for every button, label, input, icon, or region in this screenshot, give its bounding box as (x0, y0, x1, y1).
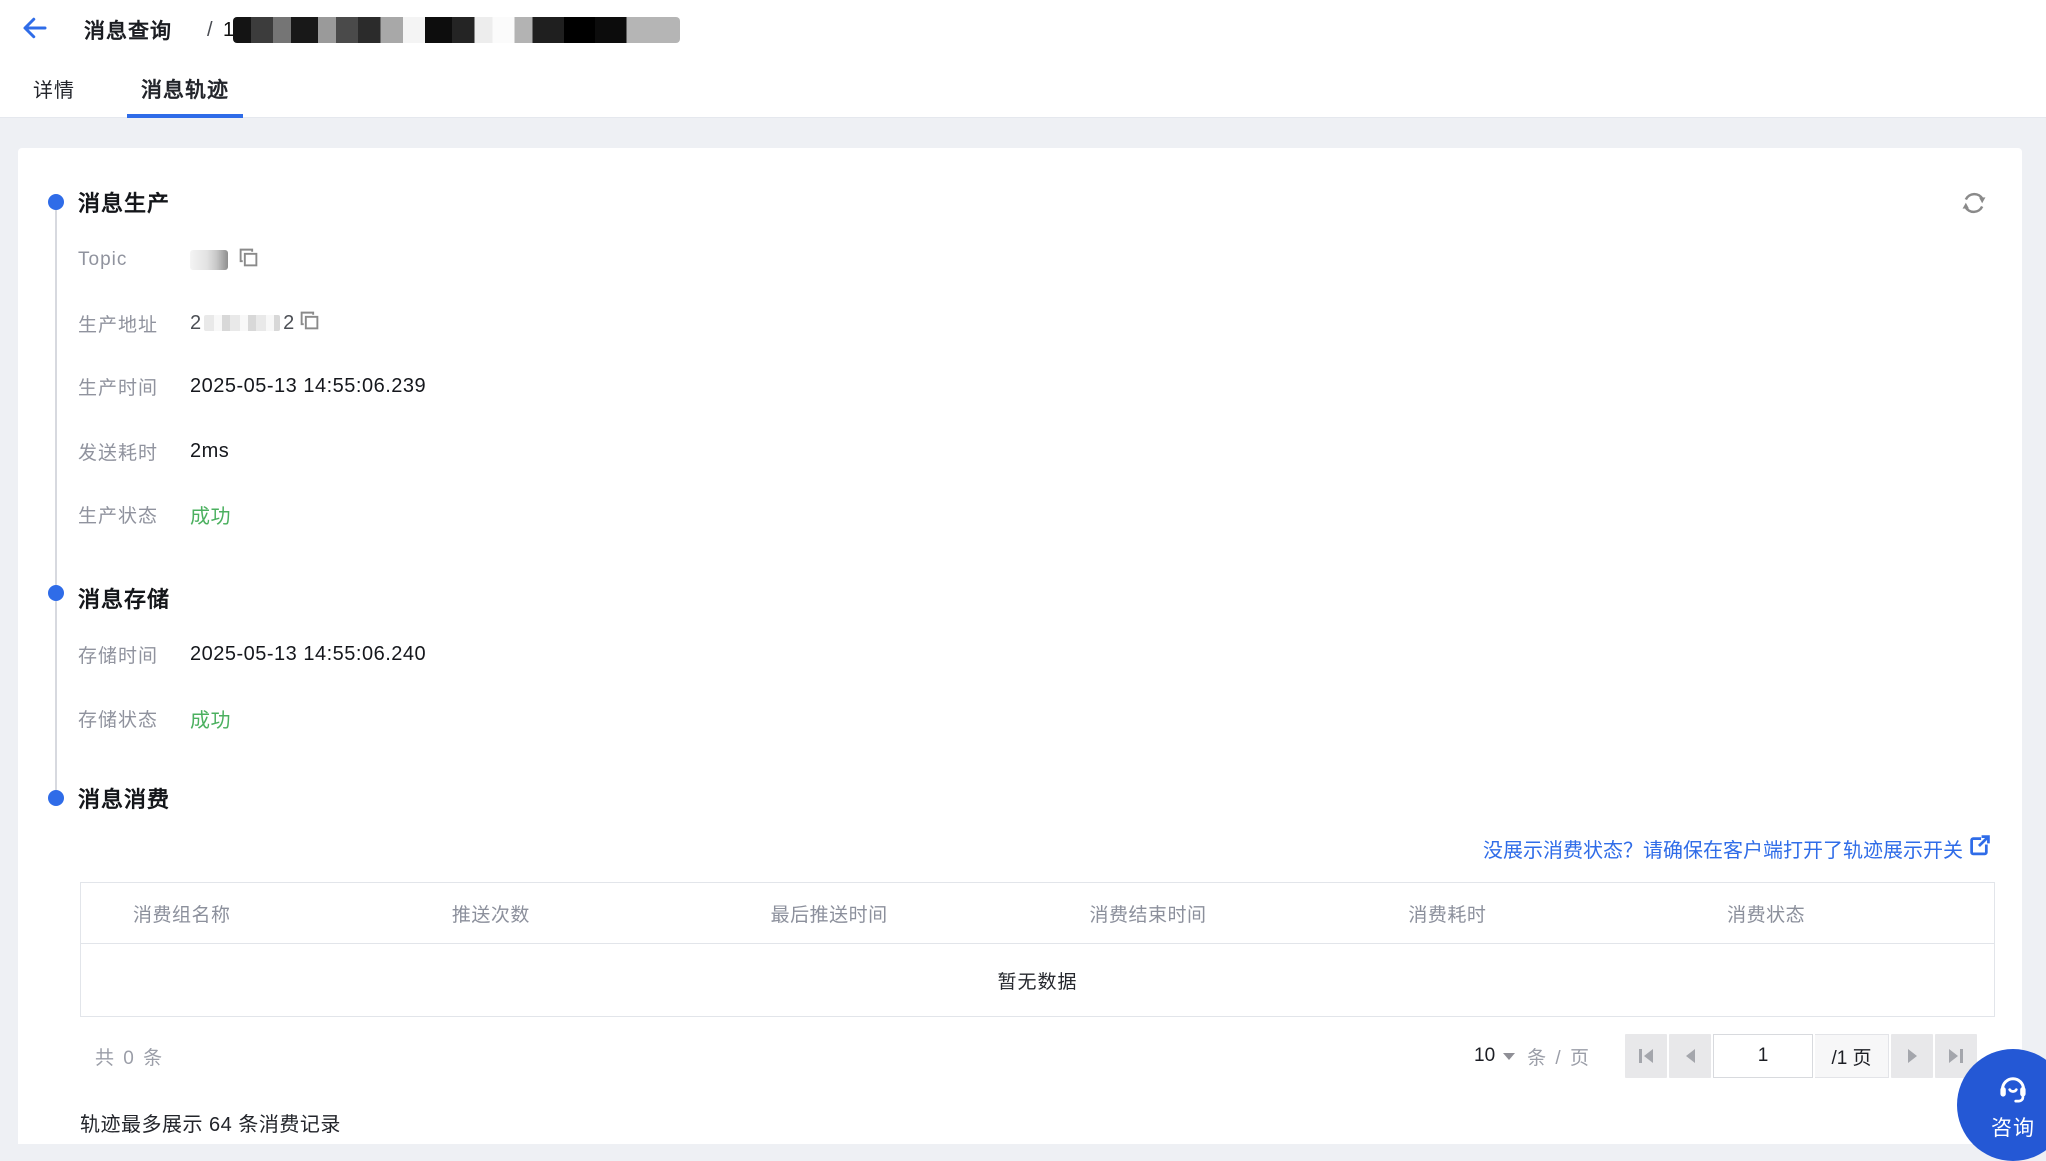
section-title-storage: 消息存储 (78, 585, 170, 611)
tab-message-trace[interactable]: 消息轨迹 (127, 60, 243, 117)
field-label-production-time: 生产时间 (78, 373, 190, 400)
next-page-icon (1908, 1049, 1917, 1063)
external-link-icon (1969, 835, 1990, 862)
column-header-consumer-group: 消费组名称 (81, 900, 400, 927)
trace-footnote: 轨迹最多展示 64 条消费记录 (80, 1108, 341, 1137)
field-label-storage-status: 存储状态 (78, 705, 190, 732)
consumption-table-header: 消费组名称 推送次数 最后推送时间 消费结束时间 消费耗时 消费状态 (81, 883, 1994, 944)
field-row-producer-address: 生产地址 2 2 (78, 310, 320, 336)
timeline-dot-consumption (48, 790, 64, 806)
topic-value-redacted (190, 250, 228, 270)
breadcrumb-separator: / (207, 0, 213, 60)
first-page-button[interactable] (1625, 1034, 1667, 1078)
page-size-select[interactable]: 10 (1474, 1045, 1515, 1067)
field-label-storage-time: 存储时间 (78, 641, 190, 668)
send-cost-value: 2ms (190, 440, 229, 463)
production-time-value: 2025-05-13 14:55:06.239 (190, 375, 426, 398)
field-row-production-time: 生产时间 2025-05-13 14:55:06.239 (78, 373, 426, 399)
breadcrumb-message-id-redacted (233, 17, 680, 43)
first-page-icon (1639, 1049, 1642, 1063)
column-header-consume-end-time: 消费结束时间 (1037, 900, 1356, 927)
active-tab-underline (127, 114, 243, 118)
table-empty-placeholder: 暂无数据 (81, 944, 1994, 1016)
field-label-send-cost: 发送耗时 (78, 438, 190, 465)
field-row-storage-time: 存储时间 2025-05-13 14:55:06.240 (78, 641, 426, 667)
field-row-send-cost: 发送耗时 2ms (78, 438, 229, 464)
pagination: 10 条 / 页 /1 页 (1474, 1034, 1977, 1078)
field-label-topic: Topic (78, 249, 190, 271)
next-page-button[interactable] (1891, 1034, 1933, 1078)
copy-icon (299, 310, 320, 336)
page-size-value: 10 (1474, 1045, 1495, 1067)
message-trace-page: { "colors": { "accent_blue": "#2f6ce8", … (0, 0, 2046, 1144)
top-bar: 消息查询 / 1 (0, 0, 2046, 60)
arrow-left-icon (20, 13, 50, 48)
storage-time-value: 2025-05-13 14:55:06.240 (190, 643, 426, 666)
prev-page-icon (1686, 1049, 1695, 1063)
field-row-storage-status: 存储状态 成功 (78, 705, 231, 731)
column-header-consume-status: 消费状态 (1675, 900, 1994, 927)
trace-card: 消息生产 Topic 生产地址 2 2 生产时间 2025-05-13 14:5… (18, 148, 2022, 1144)
tab-detail[interactable]: 详情 (33, 60, 75, 117)
section-title-consumption: 消息消费 (78, 785, 170, 811)
timeline-dot-storage (48, 585, 64, 601)
consumption-help-link[interactable]: 没展示消费状态？请确保在客户端打开了轨迹展示开关 (1483, 835, 1990, 861)
back-button[interactable] (20, 15, 50, 45)
consumption-table: 消费组名称 推送次数 最后推送时间 消费结束时间 消费耗时 消费状态 暂无数据 (80, 882, 1995, 1017)
pagination-buttons: /1 页 (1625, 1034, 1977, 1078)
prev-page-button[interactable] (1669, 1034, 1711, 1078)
producer-address-start: 2 (190, 312, 201, 335)
copy-topic-button[interactable] (237, 249, 259, 271)
timeline-dot-production (48, 194, 64, 210)
caret-down-icon (1503, 1053, 1515, 1060)
last-page-icon (1960, 1049, 1963, 1063)
refresh-icon (1960, 204, 1988, 221)
column-header-consume-cost: 消费耗时 (1356, 900, 1675, 927)
copy-icon (238, 247, 259, 273)
page-size-unit: 条 / 页 (1527, 1043, 1591, 1070)
consumption-help-link-text: 没展示消费状态？请确保在客户端打开了轨迹展示开关 (1483, 834, 1963, 863)
pagination-total: 共 0 条 (95, 1034, 164, 1078)
production-status-value: 成功 (190, 500, 231, 529)
refresh-button[interactable] (1960, 189, 1988, 217)
tabs-bar: 详情 消息轨迹 (0, 60, 2046, 118)
storage-status-value: 成功 (190, 704, 231, 733)
last-page-icon-arrow (1949, 1049, 1958, 1063)
field-label-production-status: 生产状态 (78, 501, 190, 528)
trace-timeline-line (55, 202, 57, 798)
tab-message-trace-label: 消息轨迹 (141, 74, 229, 104)
chat-support-label: 咨询 (1991, 1112, 2035, 1142)
page-number-input[interactable] (1713, 1034, 1813, 1078)
column-header-last-push-time: 最后推送时间 (719, 900, 1038, 927)
field-row-topic: Topic (78, 247, 259, 273)
headset-icon (1995, 1069, 2031, 1110)
first-page-icon-arrow (1644, 1049, 1653, 1063)
field-label-producer-address: 生产地址 (78, 310, 190, 337)
section-title-production: 消息生产 (78, 189, 170, 215)
producer-address-redacted (204, 315, 280, 331)
page-total-label: /1 页 (1815, 1034, 1889, 1078)
column-header-push-count: 推送次数 (400, 900, 719, 927)
breadcrumb-root[interactable]: 消息查询 (84, 0, 172, 60)
producer-address-end: 2 (283, 312, 294, 335)
field-row-production-status: 生产状态 成功 (78, 501, 231, 527)
copy-producer-address-button[interactable] (298, 312, 320, 334)
